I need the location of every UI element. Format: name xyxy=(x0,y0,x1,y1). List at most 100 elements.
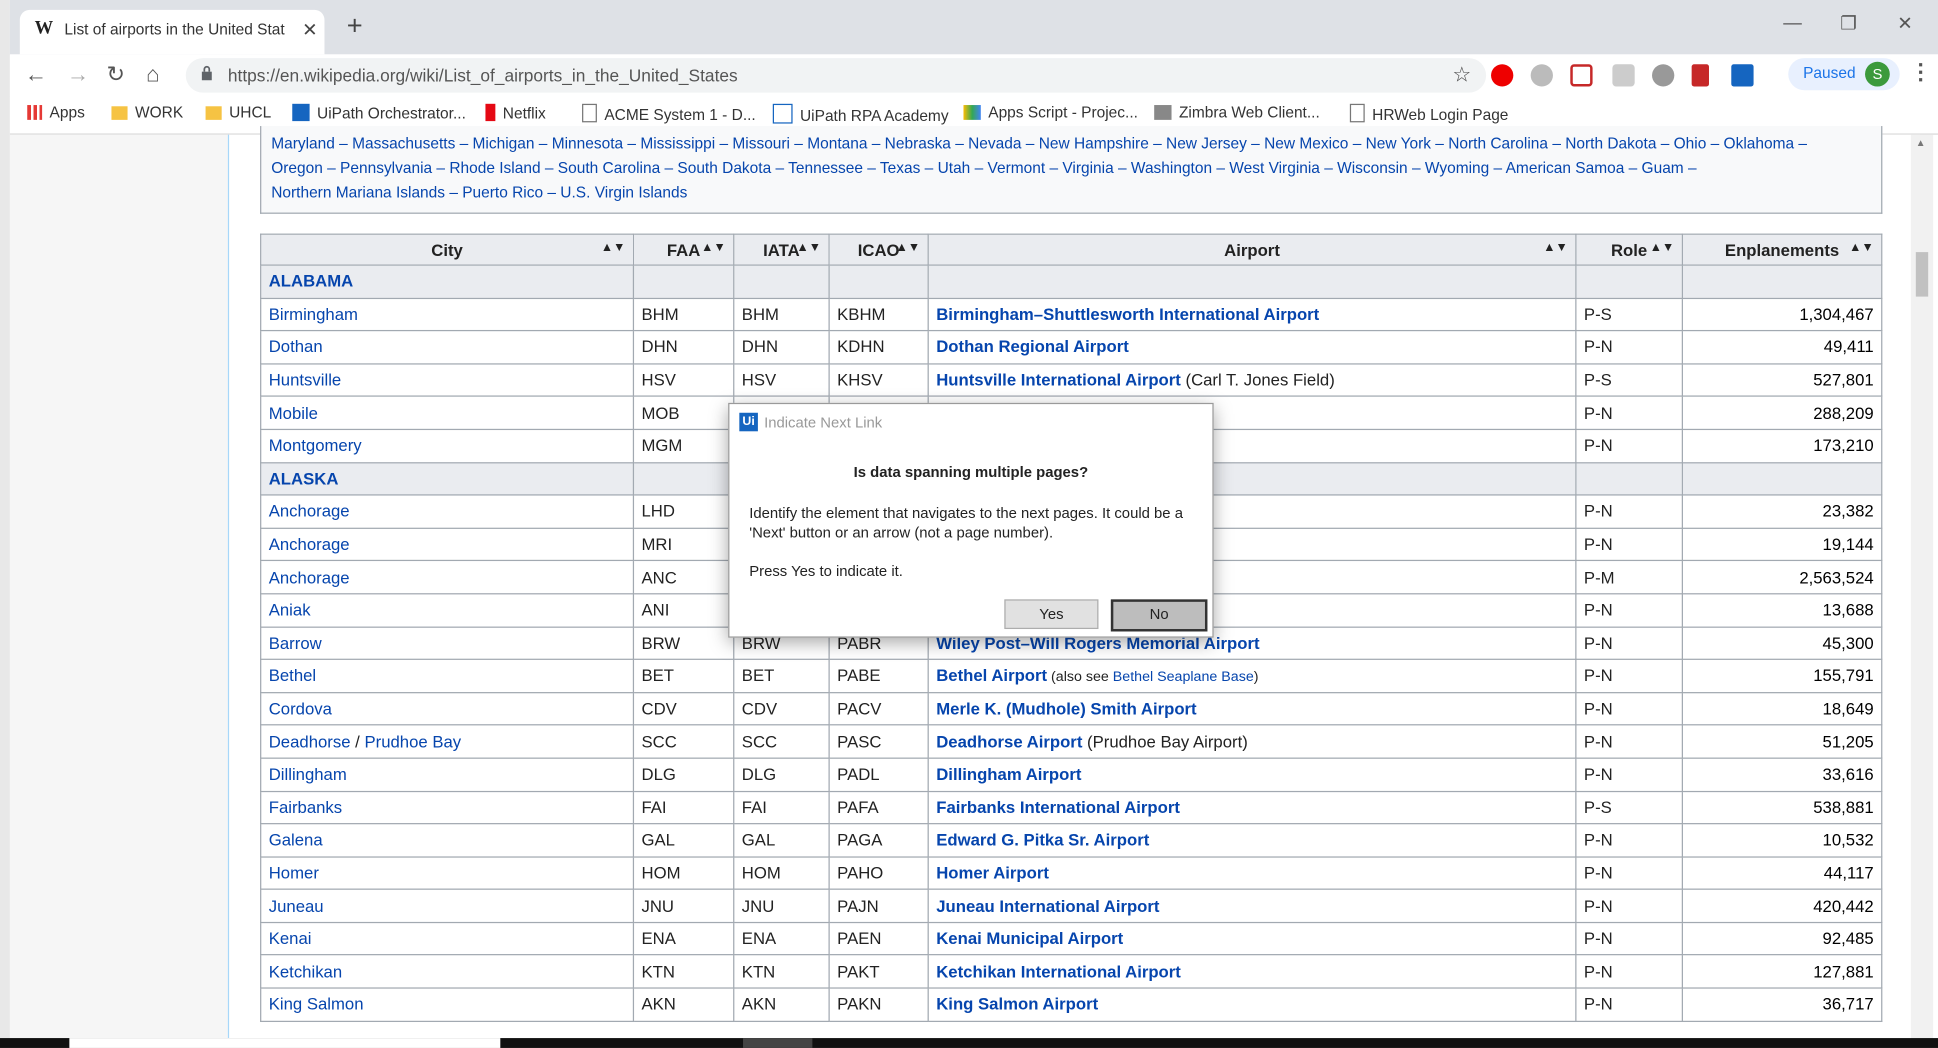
city-link[interactable]: Bethel xyxy=(269,667,316,686)
city-link[interactable]: Ketchikan xyxy=(269,962,342,981)
city-link[interactable]: Anchorage xyxy=(269,568,350,587)
col-header-airport[interactable]: Airport ▲▼ xyxy=(927,233,1577,266)
city-cell[interactable]: Fairbanks xyxy=(260,790,635,825)
new-tab-button[interactable]: + xyxy=(347,12,363,39)
bookmark-zimbra[interactable]: Zimbra Web Client... xyxy=(1154,104,1320,121)
bookmark-acme[interactable]: ACME System 1 - D... xyxy=(582,103,756,124)
sort-icon[interactable]: ▲▼ xyxy=(701,241,726,255)
restore-icon[interactable]: ❐ xyxy=(1840,12,1857,35)
back-icon[interactable]: ← xyxy=(25,62,47,88)
pocket-extension-icon[interactable] xyxy=(1570,64,1593,87)
sort-icon[interactable]: ▲▼ xyxy=(1543,241,1568,255)
airport-link[interactable]: Dillingham Airport xyxy=(936,765,1081,784)
city-link[interactable]: Dothan xyxy=(269,338,323,357)
city-cell[interactable]: Dothan xyxy=(260,330,635,365)
sort-icon[interactable]: ▲▼ xyxy=(896,241,921,255)
state-name[interactable]: ALASKA xyxy=(260,461,635,496)
bookmark-star-icon[interactable]: ☆ xyxy=(1452,63,1471,88)
city-link[interactable]: Homer xyxy=(269,864,319,883)
city-cell[interactable]: Galena xyxy=(260,823,635,858)
yes-button[interactable]: Yes xyxy=(1004,599,1099,630)
city-link[interactable]: Deadhorse xyxy=(269,732,351,751)
airport-link[interactable]: Bethel Airport xyxy=(936,667,1047,686)
minimize-icon[interactable]: — xyxy=(1783,12,1802,33)
city-link[interactable]: Birmingham xyxy=(269,305,358,324)
dialog-titlebar[interactable]: Ui Indicate Next Link xyxy=(729,404,1212,441)
city-cell[interactable]: King Salmon xyxy=(260,987,635,1022)
city-cell[interactable]: Barrow xyxy=(260,625,635,661)
airport-link[interactable]: Homer Airport xyxy=(936,864,1049,883)
airport-link[interactable]: Fairbanks International Airport xyxy=(936,798,1180,817)
airport-link[interactable]: Merle K. (Mudhole) Smith Airport xyxy=(936,699,1196,718)
city-link[interactable]: Anchorage xyxy=(269,535,350,554)
city-link[interactable]: Dillingham xyxy=(269,765,347,784)
navbox-line-1[interactable]: Maryland – Massachusetts – Michigan – Mi… xyxy=(271,135,1807,152)
pdf-extension-icon[interactable] xyxy=(1691,64,1709,87)
scroll-up-icon[interactable]: ▲ xyxy=(1916,137,1926,148)
city-cell[interactable]: Dillingham xyxy=(260,757,635,792)
bookmark-uipath-orchestrator[interactable]: UiPath Orchestrator... xyxy=(292,103,466,122)
close-tab-icon[interactable]: ✕ xyxy=(302,19,318,41)
address-bar[interactable]: https://en.wikipedia.org/wiki/List_of_ai… xyxy=(185,58,1487,93)
browser-tab[interactable]: W List of airports in the United States … xyxy=(19,9,325,55)
state-name[interactable]: ALABAMA xyxy=(260,264,635,299)
city-link[interactable]: Kenai xyxy=(269,930,312,949)
close-window-icon[interactable]: ✕ xyxy=(1897,12,1913,35)
city-cell[interactable]: Mobile xyxy=(260,395,635,431)
col-header-iata[interactable]: IATA ▲▼ xyxy=(733,233,830,266)
city-cell[interactable]: Kenai xyxy=(260,921,635,956)
col-header-faa[interactable]: FAA ▲▼ xyxy=(632,233,735,266)
bookmark-uhcl[interactable]: UHCL xyxy=(205,104,271,121)
bookmark-uipath-academy[interactable]: UiPath RPA Academy xyxy=(772,103,949,125)
col-header-enplanements[interactable]: Enplanements ▲▼ xyxy=(1681,233,1883,266)
uipath-extension-icon[interactable] xyxy=(1731,64,1754,87)
airport-link[interactable]: Juneau International Airport xyxy=(936,897,1159,916)
opera-extension-icon[interactable] xyxy=(1491,64,1514,87)
col-header-icao[interactable]: ICAO ▲▼ xyxy=(828,233,929,266)
city-cell[interactable]: Bethel xyxy=(260,658,635,693)
cube-extension-icon[interactable] xyxy=(1612,64,1635,87)
city-cell[interactable]: Huntsville xyxy=(260,363,635,398)
circle-extension-icon[interactable] xyxy=(1652,64,1675,87)
city-cell[interactable]: Birmingham xyxy=(260,297,635,332)
airport-link[interactable]: Deadhorse Airport xyxy=(936,732,1082,751)
city-cell[interactable]: Deadhorse / Prudhoe Bay xyxy=(260,724,635,759)
city-link[interactable]: Juneau xyxy=(269,897,324,916)
airport-link[interactable]: Edward G. Pitka Sr. Airport xyxy=(936,831,1149,850)
airport-link[interactable]: King Salmon Airport xyxy=(936,995,1098,1014)
airport-link[interactable]: Huntsville International Airport xyxy=(936,371,1181,390)
city-link[interactable]: Aniak xyxy=(269,601,311,620)
city-cell[interactable]: Juneau xyxy=(260,888,635,923)
city-link[interactable]: Galena xyxy=(269,831,323,850)
scrollbar-thumb[interactable] xyxy=(1915,252,1929,297)
reload-icon[interactable]: ↻ xyxy=(107,62,126,88)
col-header-role[interactable]: Role ▲▼ xyxy=(1575,233,1683,266)
airport-link[interactable]: Ketchikan International Airport xyxy=(936,962,1181,981)
airport-link[interactable]: Birmingham–Shuttlesworth International A… xyxy=(936,305,1319,324)
city-link[interactable]: Barrow xyxy=(269,634,322,653)
city-link[interactable]: Huntsville xyxy=(269,371,341,390)
city-cell[interactable]: Aniak xyxy=(260,593,635,628)
city-link[interactable]: Mobile xyxy=(269,404,318,423)
city-link[interactable]: King Salmon xyxy=(269,995,364,1014)
bookmark-apps-script[interactable]: Apps Script - Projec... xyxy=(963,104,1138,121)
city-cell[interactable]: Montgomery xyxy=(260,428,635,463)
city-link[interactable]: Cordova xyxy=(269,699,332,718)
col-header-city[interactable]: City ▲▼ xyxy=(260,233,635,266)
airport-link[interactable]: Dothan Regional Airport xyxy=(936,338,1129,357)
home-icon[interactable]: ⌂ xyxy=(146,62,159,88)
city-link[interactable]: Fairbanks xyxy=(269,798,342,817)
city-cell[interactable]: Homer xyxy=(260,856,635,891)
profile-button[interactable]: Paused S xyxy=(1788,58,1900,91)
sort-icon[interactable]: ▲▼ xyxy=(601,241,626,255)
city-cell[interactable]: Cordova xyxy=(260,691,635,726)
airport-link[interactable]: Kenai Municipal Airport xyxy=(936,930,1123,949)
menu-icon[interactable]: ⋮ xyxy=(1910,59,1932,85)
bookmark-hrweb[interactable]: HRWeb Login Page xyxy=(1349,103,1508,124)
city-cell[interactable]: Anchorage xyxy=(260,560,635,595)
bookmark-work[interactable]: WORK xyxy=(111,104,183,121)
related-link[interactable]: Bethel Seaplane Base xyxy=(1113,670,1254,685)
city-cell[interactable]: Anchorage xyxy=(260,494,635,529)
city-link[interactable]: Anchorage xyxy=(269,502,350,521)
city-link[interactable]: Prudhoe Bay xyxy=(364,732,461,751)
